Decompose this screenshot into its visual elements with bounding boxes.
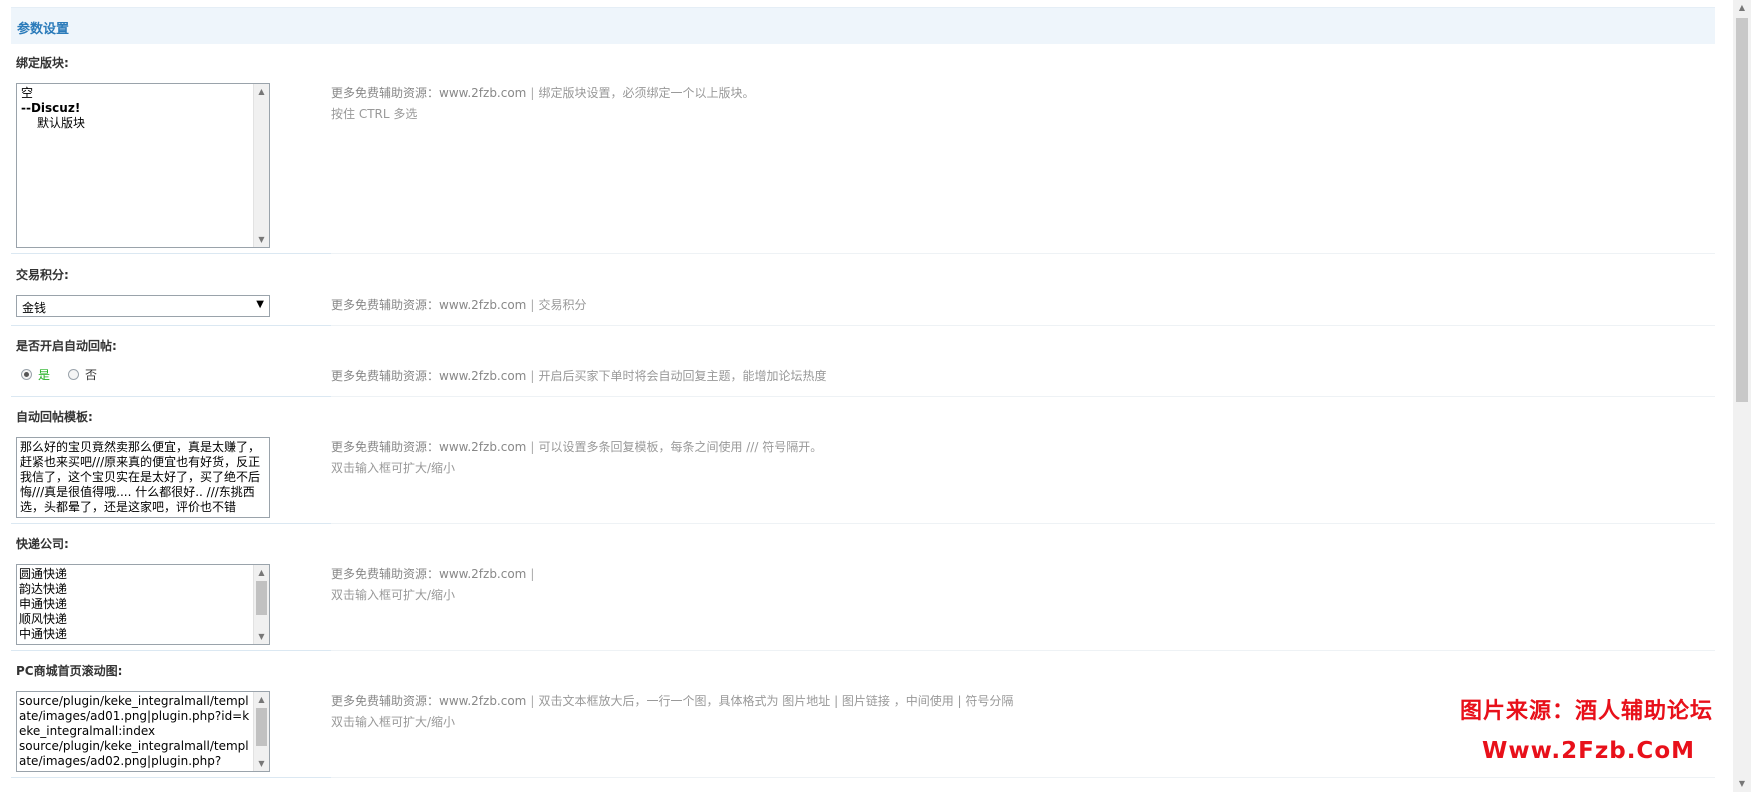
scroll-thumb[interactable] — [256, 708, 267, 746]
listbox-option[interactable]: --Discuz! — [21, 101, 251, 116]
row-divider — [11, 396, 1715, 397]
listbox-option[interactable]: 空 — [21, 86, 251, 101]
express-label: 快递公司: — [16, 537, 69, 551]
dropdown-arrow-icon: ▼ — [256, 299, 264, 310]
pc-slider-label: PC商城首页滚动图: — [16, 664, 123, 678]
section-title: 参数设置 — [17, 22, 70, 37]
row-divider — [11, 325, 1715, 326]
auto-reply-yes-radio[interactable]: 是 — [21, 366, 50, 383]
row-divider — [11, 523, 1715, 524]
scroll-down-icon[interactable]: ▼ — [1733, 776, 1751, 792]
watermark-line1: 图片来源：酒人辅助论坛 — [1460, 699, 1714, 724]
trade-credit-select[interactable]: 金钱 ▼ — [16, 295, 270, 317]
scroll-up-icon[interactable]: ▲ — [254, 565, 269, 580]
scroll-up-icon[interactable]: ▲ — [254, 84, 269, 99]
reply-template-label: 自动回帖模板: — [16, 410, 93, 424]
scroll-thumb[interactable] — [256, 581, 267, 615]
bind-block-label: 绑定版块: — [16, 56, 69, 70]
scroll-thumb[interactable] — [1736, 18, 1748, 402]
express-textarea[interactable]: 圆通快递 韵达快递 申通快递 顺风快递 中通快递 ▲ ▼ — [16, 564, 270, 645]
express-item: 韵达快递 — [19, 582, 68, 596]
row-divider — [11, 253, 1715, 254]
express-item: 顺风快递 — [19, 612, 68, 626]
auto-reply-label: 是否开启自动回帖: — [16, 339, 117, 353]
auto-reply-tip: 更多免费辅助资源：www.2fzb.com | 开启后买家下单时将会自动回复主题，能… — [331, 369, 827, 383]
listbox-scrollbar[interactable]: ▲ ▼ — [253, 84, 269, 247]
scroll-up-icon[interactable]: ▲ — [254, 692, 269, 707]
scroll-down-icon[interactable]: ▼ — [254, 232, 269, 247]
trade-credit-tip: 更多免费辅助资源：www.2fzb.com | 交易积分 — [331, 298, 587, 312]
express-tip: 更多免费辅助资源：www.2fzb.com | 双击输入框可扩大/缩小 — [331, 567, 535, 602]
row-divider — [11, 650, 1715, 651]
scroll-up-icon[interactable]: ▲ — [1733, 0, 1751, 16]
trade-credit-label: 交易积分: — [16, 268, 69, 282]
reply-template-tip: 更多免费辅助资源：www.2fzb.com | 可以设置多条回复模板，每条之间使用 … — [331, 440, 823, 475]
row-divider — [11, 777, 1715, 778]
reply-template-textarea[interactable]: 那么好的宝贝竟然卖那么便宜，真是太赚了，赶紧也来买吧///原来真的便宜也有好货，… — [16, 437, 270, 518]
pc-slider-tip: 更多免费辅助资源：www.2fzb.com | 双击文本框放大后，一行一个图，具体格… — [331, 694, 1014, 729]
scroll-down-icon[interactable]: ▼ — [254, 756, 269, 771]
watermark-line2: Www.2Fzb.CoM — [1482, 738, 1696, 764]
textarea-scrollbar[interactable]: ▲ ▼ — [253, 692, 269, 771]
page-scrollbar[interactable]: ▲ ▼ — [1733, 0, 1751, 792]
express-item: 圆通快递 — [19, 567, 68, 581]
textarea-scrollbar[interactable]: ▲ ▼ — [253, 565, 269, 644]
bind-block-tip: 更多免费辅助资源：www.2fzb.com | 绑定版块设置，必须绑定一个以上版块。… — [331, 86, 755, 121]
express-item: 中通快递 — [19, 627, 68, 641]
listbox-option[interactable]: 默认版块 — [21, 116, 251, 131]
radio-checked-icon[interactable] — [21, 369, 32, 380]
section-header: 参数设置 — [11, 7, 1715, 44]
pc-slider-textarea[interactable]: source/plugin/keke_integralmall/template… — [16, 691, 270, 772]
scroll-down-icon[interactable]: ▼ — [254, 629, 269, 644]
settings-page: 参数设置 绑定版块: 空 --Discuz! 默认版块 ▲ ▼ 更多免费辅助资源… — [0, 0, 1733, 792]
radio-unchecked-icon[interactable] — [68, 369, 79, 380]
bind-block-listbox[interactable]: 空 --Discuz! 默认版块 ▲ ▼ — [16, 83, 270, 248]
auto-reply-no-radio[interactable]: 否 — [68, 366, 97, 383]
express-item: 申通快递 — [19, 597, 68, 611]
